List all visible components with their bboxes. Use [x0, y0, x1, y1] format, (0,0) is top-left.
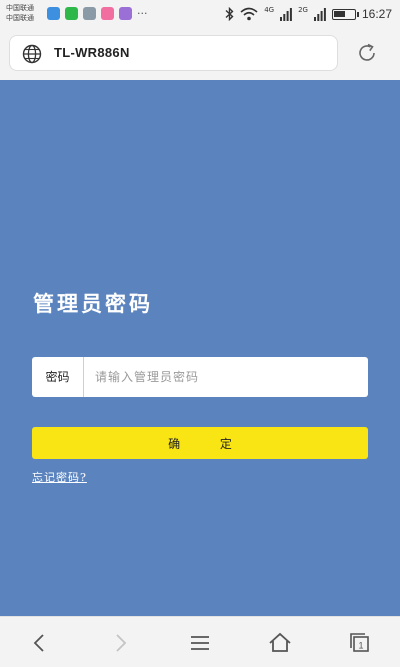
- password-label: 密码: [32, 357, 84, 397]
- carrier-label-1: 中国联通: [6, 4, 34, 12]
- browser-nav-bar: 1: [0, 616, 400, 667]
- password-input[interactable]: [84, 357, 368, 397]
- network-4g-label: 4G: [264, 6, 275, 14]
- carrier-info: 中国联通 中国联通: [6, 3, 34, 23]
- forgot-password-link[interactable]: 忘记密码?: [32, 469, 87, 485]
- app-icon: [101, 7, 114, 20]
- wechat-icon: [65, 7, 78, 20]
- menu-icon[interactable]: [186, 629, 214, 657]
- wifi-icon: [240, 7, 258, 21]
- refresh-icon[interactable]: [356, 42, 378, 64]
- status-bar: 中国联通 中国联通 ··· 4G 2G 16:27: [0, 0, 400, 28]
- browser-toolbar: TL-WR886N: [0, 28, 400, 80]
- gallery-icon: [83, 7, 96, 20]
- carrier-label-2: 中国联通: [6, 14, 34, 22]
- router-login-page: 管理员密码 密码 确 定 忘记密码?: [0, 80, 400, 616]
- confirm-button[interactable]: 确 定: [32, 427, 368, 459]
- tabs-icon[interactable]: 1: [346, 629, 374, 657]
- more-notifications-indicator: ···: [137, 7, 148, 20]
- signal-icon: [280, 7, 292, 21]
- notification-icons: ···: [47, 7, 148, 20]
- app-icon: [119, 7, 132, 20]
- system-status: 4G 2G 16:27: [225, 5, 392, 23]
- globe-icon: [22, 44, 42, 64]
- address-text[interactable]: TL-WR886N: [54, 45, 130, 60]
- network-2g-label: 2G: [298, 6, 308, 14]
- notification-app-icon: [47, 7, 60, 20]
- tab-count: 1: [358, 641, 363, 651]
- page-title: 管理员密码: [33, 291, 153, 316]
- back-icon[interactable]: [26, 629, 54, 657]
- address-bar[interactable]: TL-WR886N: [9, 35, 338, 71]
- battery-icon: [331, 8, 359, 20]
- battery-level: [333, 10, 345, 17]
- clock: 16:27: [361, 7, 392, 21]
- forward-icon[interactable]: [106, 629, 134, 657]
- home-icon[interactable]: [266, 629, 294, 657]
- signal-icon: [313, 7, 326, 21]
- bluetooth-icon: [225, 7, 234, 21]
- password-field-group: 密码: [32, 357, 368, 397]
